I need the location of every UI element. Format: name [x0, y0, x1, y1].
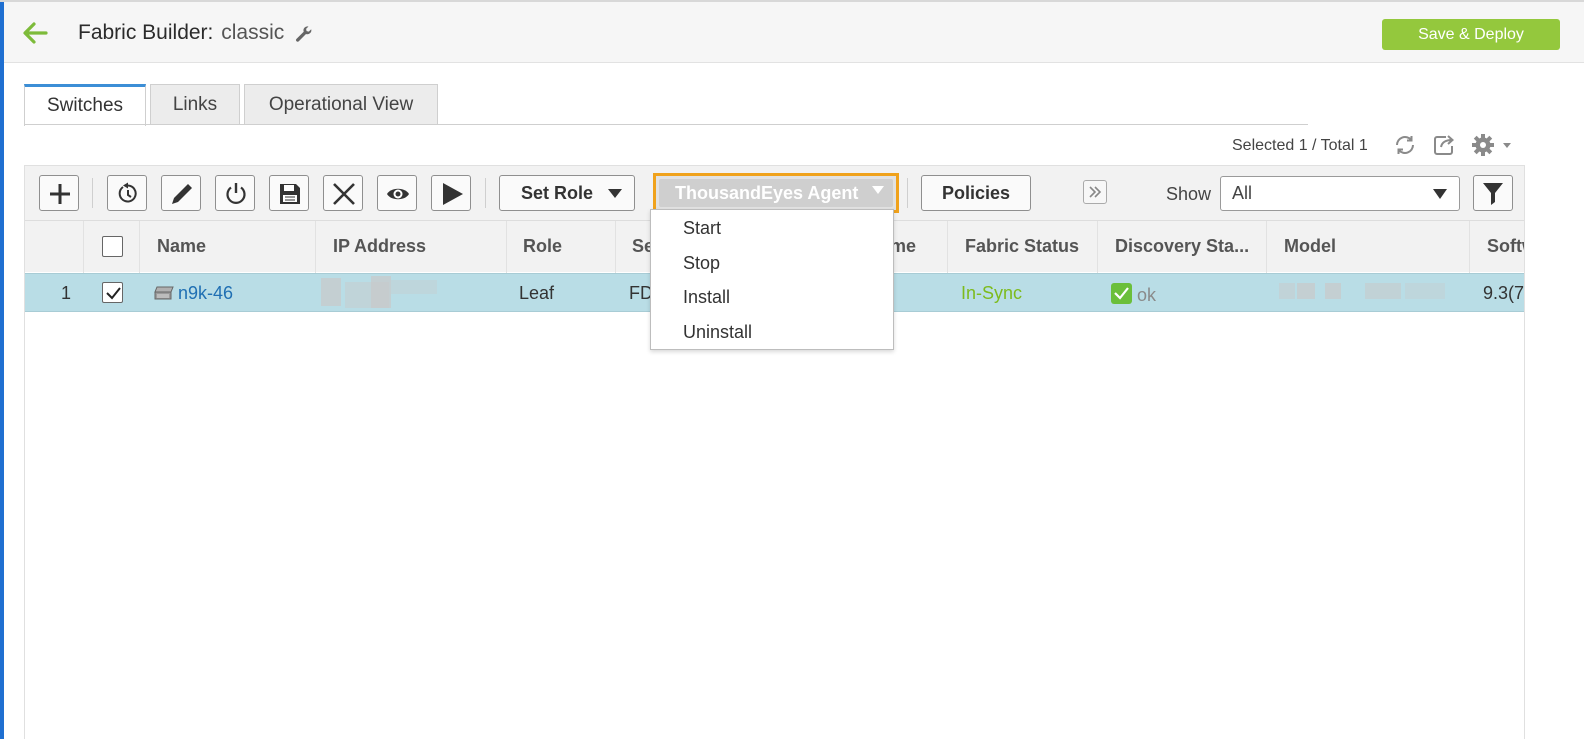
redacted-model	[1405, 283, 1445, 299]
redacted-ip	[371, 276, 391, 308]
show-label: Show	[1166, 184, 1212, 204]
redacted-model	[1325, 283, 1341, 299]
menu-item-install[interactable]: Install	[651, 280, 893, 314]
column-header-ip-address[interactable]: IP Address	[333, 221, 503, 273]
window-edge	[0, 0, 4, 739]
column-divider	[83, 221, 84, 273]
menu-item-stop[interactable]: Stop	[651, 246, 893, 280]
column-header-name[interactable]: Name	[157, 221, 317, 273]
column-divider	[506, 221, 507, 273]
tab-links[interactable]: Links	[150, 84, 240, 125]
menu-item-uninstall[interactable]: Uninstall	[651, 315, 893, 349]
column-header-partial[interactable]: me	[890, 221, 930, 273]
switch-device-icon	[153, 284, 175, 302]
ok-check-icon	[1111, 283, 1132, 304]
expand-double-chevron-icon[interactable]	[1083, 180, 1107, 204]
thousandeyes-agent-menu: Start Stop Install Uninstall	[650, 209, 894, 350]
page-header: Fabric Builder: classic Save & Deploy	[4, 2, 1584, 63]
policies-button[interactable]: Policies	[921, 175, 1031, 211]
column-divider	[947, 221, 948, 273]
selection-count: Selected 1 / Total 1	[1232, 137, 1368, 154]
software-value-partial: 9.3(7	[1483, 283, 1525, 303]
deploy-play-button[interactable]	[431, 175, 471, 211]
title-prefix: Fabric Builder:	[78, 21, 214, 44]
caret-down-icon	[608, 189, 622, 198]
caret-down-icon	[872, 186, 884, 194]
column-header-fabric-status[interactable]: Fabric Status	[965, 221, 1105, 273]
tab-operational-view[interactable]: Operational View	[244, 84, 438, 125]
show-select-value: All	[1232, 183, 1253, 203]
preview-eye-button[interactable]	[377, 175, 417, 211]
discovery-status-value: ok	[1137, 285, 1157, 305]
column-divider	[1469, 221, 1470, 273]
save-deploy-button[interactable]: Save & Deploy	[1382, 19, 1560, 50]
redacted-model	[1297, 283, 1315, 299]
toolbar-separator	[92, 178, 93, 208]
column-divider	[315, 221, 316, 273]
add-button[interactable]	[39, 175, 79, 211]
delete-x-button[interactable]	[323, 175, 363, 211]
set-role-dropdown[interactable]: Set Role	[499, 175, 635, 211]
refresh-icon[interactable]	[1392, 132, 1418, 158]
column-divider	[139, 221, 140, 273]
column-header-discovery-status[interactable]: Discovery Sta...	[1115, 221, 1275, 273]
fabric-status-value: In-Sync	[961, 283, 1023, 303]
filter-button[interactable]	[1473, 175, 1513, 211]
wrench-icon[interactable]	[294, 24, 314, 44]
toolbar-separator	[907, 178, 908, 208]
edit-pencil-button[interactable]	[161, 175, 201, 211]
thousandeyes-agent-dropdown[interactable]: ThousandEyes Agent	[653, 173, 899, 213]
rediscover-button[interactable]	[107, 175, 147, 211]
tab-underline	[24, 124, 1308, 125]
fabric-name: classic	[221, 21, 285, 44]
show-filter-select[interactable]: All	[1220, 176, 1460, 211]
caret-down-icon	[1433, 189, 1447, 199]
thousandeyes-agent-label: ThousandEyes Agent	[659, 179, 893, 207]
toolbar-separator	[485, 178, 486, 208]
set-role-label: Set Role	[521, 183, 594, 203]
switch-name-link[interactable]: n9k-46	[178, 274, 308, 312]
column-divider	[1097, 221, 1098, 273]
redacted-ip	[391, 280, 437, 294]
column-header-model[interactable]: Model	[1284, 221, 1434, 273]
column-divider	[615, 221, 616, 273]
menu-item-start[interactable]: Start	[651, 211, 893, 245]
power-button[interactable]	[215, 175, 255, 211]
row-index: 1	[61, 283, 72, 303]
column-header-software[interactable]: Softw	[1487, 221, 1524, 273]
redacted-ip	[321, 278, 341, 306]
role-value: Leaf	[519, 283, 555, 303]
select-all-checkbox[interactable]	[102, 236, 123, 257]
export-icon[interactable]	[1431, 132, 1457, 158]
settings-gear-icon[interactable]	[1471, 132, 1515, 158]
save-floppy-button[interactable]	[269, 175, 309, 211]
column-header-role[interactable]: Role	[523, 221, 613, 273]
tab-switches[interactable]: Switches	[24, 84, 146, 126]
redacted-model	[1279, 283, 1295, 299]
redacted-model	[1365, 283, 1401, 299]
page-title: Fabric Builder: classic	[78, 21, 284, 45]
back-arrow-icon[interactable]	[20, 18, 50, 48]
row-checkbox[interactable]	[102, 282, 123, 303]
column-divider	[1266, 221, 1267, 273]
